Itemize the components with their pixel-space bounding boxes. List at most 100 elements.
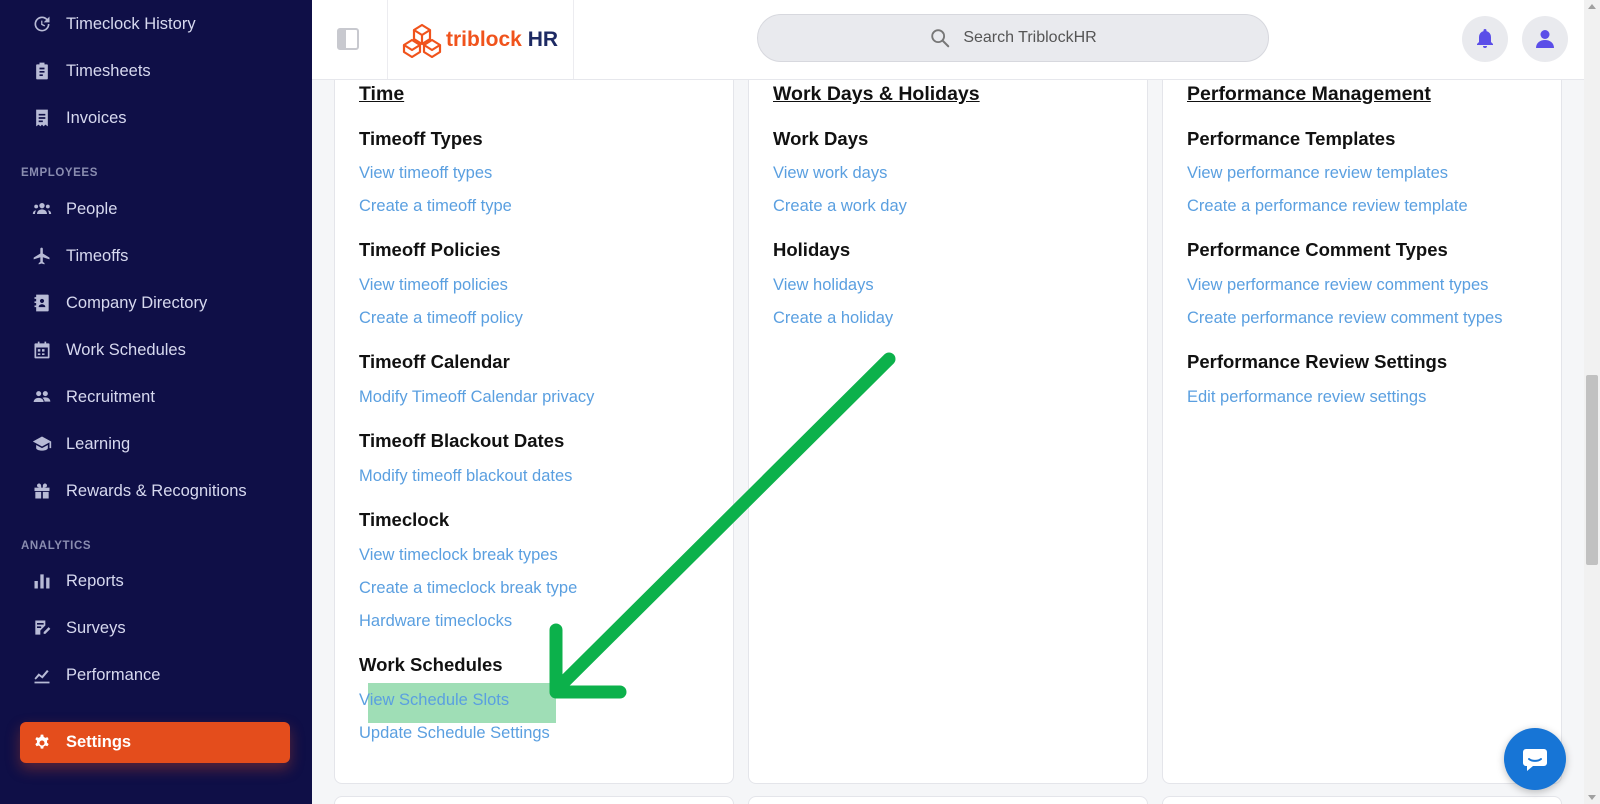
settings-card-next <box>1162 796 1562 804</box>
sidebar-item-label: Timesheets <box>66 61 151 80</box>
search-placeholder: Search TriblockHR <box>963 29 1097 46</box>
line-chart-icon <box>30 663 54 687</box>
group-title: Timeoff Types <box>359 128 483 149</box>
modify-timeoff-calendar-link[interactable]: Modify Timeoff Calendar privacy <box>359 388 594 407</box>
survey-icon <box>30 616 54 640</box>
sidebar-item-rewards[interactable]: Rewards & Recognitions <box>0 471 312 511</box>
group-title: Timeoff Blackout Dates <box>359 430 565 451</box>
create-comment-types-link[interactable]: Create performance review comment types <box>1187 309 1502 328</box>
sidebar-item-label: Rewards & Recognitions <box>66 481 247 500</box>
sidebar-item-company-directory[interactable]: Company Directory <box>0 283 312 323</box>
calendar-icon <box>30 338 54 362</box>
group-title: Work Schedules <box>359 654 503 675</box>
scroll-up-arrow[interactable] <box>1588 4 1596 9</box>
users-icon <box>30 197 54 221</box>
search-icon <box>931 29 950 48</box>
section-label-employees: EMPLOYEES <box>21 167 98 179</box>
bar-chart-icon <box>30 569 54 593</box>
hardware-timeclocks-link[interactable]: Hardware timeclocks <box>359 612 512 631</box>
column-title: Work Days & Holidays <box>773 83 980 105</box>
logo-text: triblock HR <box>446 27 559 51</box>
scrollbar-thumb[interactable] <box>1586 375 1598 565</box>
sidebar-item-timeoffs[interactable]: Timeoffs <box>0 236 312 276</box>
gift-icon <box>30 479 54 503</box>
search-input[interactable]: Search TriblockHR <box>757 14 1269 62</box>
settings-card-work-days: Work Days & Holidays Work Days View work… <box>748 80 1148 784</box>
sidebar-toggle-button[interactable] <box>337 28 359 50</box>
edit-review-settings-link[interactable]: Edit performance review settings <box>1187 388 1426 407</box>
user-icon <box>1536 30 1554 48</box>
sidebar-item-work-schedules[interactable]: Work Schedules <box>0 330 312 370</box>
clock-history-icon <box>30 12 54 36</box>
address-book-icon <box>30 291 54 315</box>
view-comment-types-link[interactable]: View performance review comment types <box>1187 276 1488 295</box>
create-holiday-link[interactable]: Create a holiday <box>773 309 893 328</box>
chat-button[interactable] <box>1504 728 1566 790</box>
sidebar-item-label: Settings <box>66 733 132 751</box>
sidebar-item-invoices[interactable]: Invoices <box>0 98 312 138</box>
column-title: Time <box>359 83 405 105</box>
group-title: Holidays <box>773 239 851 260</box>
sidebar-item-timeclock-history[interactable]: Timeclock History <box>0 4 312 44</box>
section-label-analytics: ANALYTICS <box>21 540 92 552</box>
sidebar-item-timesheets[interactable]: Timesheets <box>0 51 312 91</box>
graduation-cap-icon <box>30 432 54 456</box>
recruit-icon <box>30 385 54 409</box>
sidebar-item-label: People <box>66 199 118 218</box>
sidebar-item-label: Invoices <box>66 108 127 127</box>
settings-card-next <box>334 796 734 804</box>
sidebar-item-label: Company Directory <box>66 293 208 312</box>
view-timeoff-types-link[interactable]: View timeoff types <box>359 164 492 183</box>
sidebar-item-performance[interactable]: Performance <box>0 655 312 695</box>
top-bar: triblock HR Search TriblockHR <box>312 0 1584 80</box>
sidebar-item-reports[interactable]: Reports <box>0 561 312 601</box>
sidebar-item-label: Reports <box>66 571 124 590</box>
clipboard-icon <box>30 59 54 83</box>
logo-icon <box>402 23 442 58</box>
invoice-icon <box>30 106 54 130</box>
gear-icon <box>30 731 54 755</box>
settings-card-next <box>748 796 1148 804</box>
group-title: Timeoff Policies <box>359 239 501 260</box>
view-timeoff-policies-link[interactable]: View timeoff policies <box>359 276 508 295</box>
sidebar-item-label: Learning <box>66 434 131 453</box>
plane-icon <box>30 244 54 268</box>
sidebar-item-label: Performance <box>66 665 161 684</box>
sidebar-item-label: Timeclock History <box>66 14 196 33</box>
sidebar-item-label: Recruitment <box>66 387 155 406</box>
sidebar-item-learning[interactable]: Learning <box>0 424 312 464</box>
sidebar-item-label: Work Schedules <box>66 340 186 359</box>
modify-blackout-dates-link[interactable]: Modify timeoff blackout dates <box>359 467 572 486</box>
group-title: Performance Templates <box>1187 128 1396 149</box>
sidebar-item-people[interactable]: People <box>0 189 312 229</box>
create-break-type-link[interactable]: Create a timeclock break type <box>359 579 577 598</box>
group-title: Performance Review Settings <box>1187 351 1448 372</box>
create-review-template-link[interactable]: Create a performance review template <box>1187 197 1468 216</box>
view-work-days-link[interactable]: View work days <box>773 164 887 183</box>
view-schedule-slots-link[interactable]: View Schedule Slots <box>359 691 509 710</box>
sidebar-item-recruitment[interactable]: Recruitment <box>0 377 312 417</box>
profile-button[interactable] <box>1522 16 1568 62</box>
create-timeoff-type-link[interactable]: Create a timeoff type <box>359 197 512 216</box>
group-title: Timeclock <box>359 509 450 530</box>
group-title: Work Days <box>773 128 869 149</box>
sidebar-item-surveys[interactable]: Surveys <box>0 608 312 648</box>
update-schedule-settings-link[interactable]: Update Schedule Settings <box>359 724 550 743</box>
view-break-types-link[interactable]: View timeclock break types <box>359 546 558 565</box>
settings-card-performance: Performance Management Performance Templ… <box>1162 80 1562 784</box>
scroll-down-arrow[interactable] <box>1588 795 1596 800</box>
bell-icon <box>1477 29 1493 48</box>
view-review-templates-link[interactable]: View performance review templates <box>1187 164 1448 183</box>
view-holidays-link[interactable]: View holidays <box>773 276 874 295</box>
notifications-button[interactable] <box>1462 16 1508 62</box>
sidebar-item-label: Timeoffs <box>66 246 129 265</box>
scrollbar[interactable] <box>1584 0 1600 804</box>
group-title: Timeoff Calendar <box>359 351 510 372</box>
column-title: Performance Management <box>1187 83 1431 105</box>
create-timeoff-policy-link[interactable]: Create a timeoff policy <box>359 309 523 328</box>
settings-card-time: Time Timeoff Types View timeoff types Cr… <box>334 80 734 784</box>
create-work-day-link[interactable]: Create a work day <box>773 197 907 216</box>
logo[interactable]: triblock HR <box>387 0 574 79</box>
sidebar-item-settings[interactable]: Settings <box>20 722 290 763</box>
sidebar-item-label: Surveys <box>66 618 126 637</box>
